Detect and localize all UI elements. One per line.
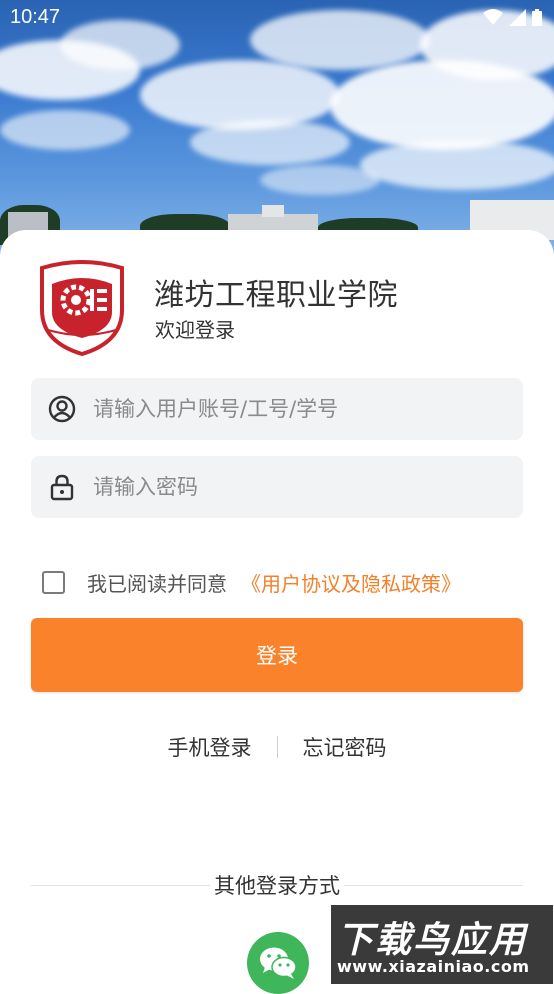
signal-icon — [509, 9, 526, 26]
agreement-row: 我已阅读并同意 《用户协议及隐私政策》 — [42, 568, 461, 596]
account-field[interactable] — [31, 378, 523, 440]
battery-icon — [532, 9, 542, 26]
password-input[interactable] — [93, 456, 513, 518]
agree-checkbox[interactable] — [42, 570, 65, 594]
privacy-policy-link[interactable]: 《用户协议及隐私政策》 — [241, 568, 461, 597]
agree-text: 我已阅读并同意 — [87, 571, 227, 596]
other-login-divider: 其他登录方式 — [31, 870, 523, 900]
status-bar: 10:47 — [0, 0, 554, 36]
phone-login-link[interactable]: 手机登录 — [168, 732, 252, 762]
login-button[interactable]: 登录 — [31, 618, 523, 692]
watermark-url: www.xiazainiao.com — [337, 957, 530, 976]
login-card: 潍坊工程职业学院 欢迎登录 我已阅读并同意 《用户协议及隐私政策》 登录 手机登… — [0, 230, 554, 994]
other-login-label: 其他登录方式 — [210, 870, 344, 900]
secondary-links: 手机登录 忘记密码 — [0, 730, 554, 764]
link-divider — [276, 736, 278, 758]
password-field[interactable] — [31, 456, 523, 518]
wechat-login-button[interactable] — [247, 932, 309, 994]
header-photo — [0, 0, 554, 260]
school-logo — [40, 260, 124, 356]
forgot-password-link[interactable]: 忘记密码 — [303, 732, 387, 762]
school-name: 潍坊工程职业学院 — [154, 278, 398, 313]
user-circle-icon — [48, 395, 76, 423]
wifi-icon — [483, 9, 503, 25]
status-time: 10:47 — [10, 6, 61, 28]
watermark: 下载鸟应用 www.xiazainiao.com — [331, 905, 553, 984]
account-input[interactable] — [93, 378, 513, 440]
status-icons — [483, 9, 542, 26]
welcome-text: 欢迎登录 — [155, 318, 235, 342]
wechat-icon — [260, 947, 297, 979]
watermark-title: 下载鸟应用 — [337, 920, 528, 961]
lock-icon — [50, 474, 74, 501]
